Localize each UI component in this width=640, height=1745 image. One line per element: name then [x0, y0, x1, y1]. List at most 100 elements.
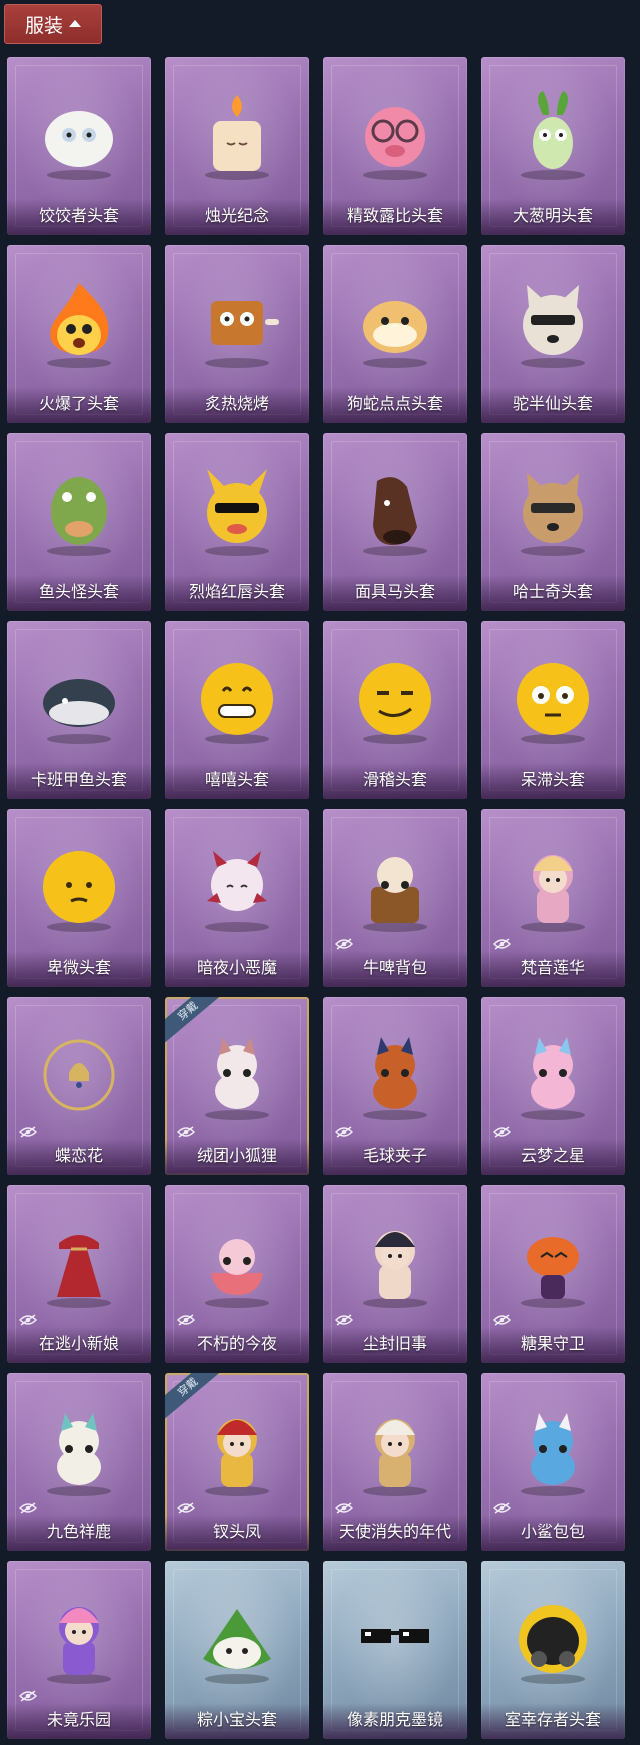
item-name: 狗蛇点点头套: [346, 394, 443, 413]
item-name: 烈焰红唇头套: [188, 582, 285, 601]
item-card[interactable]: 滑稽头套: [323, 621, 467, 799]
item-card[interactable]: 蝶恋花: [7, 997, 151, 1175]
item-name: 驼半仙头套: [512, 394, 593, 413]
item-shy-image: [29, 837, 129, 937]
item-dumpling-image: [29, 85, 129, 185]
item-card[interactable]: 小鲨包包: [481, 1373, 625, 1551]
item-catbowl-image: [187, 1213, 287, 1313]
hidden-eye-icon[interactable]: [18, 1687, 38, 1702]
hidden-eye-icon[interactable]: [492, 935, 512, 950]
item-card[interactable]: 九色祥鹿: [7, 1373, 151, 1551]
hidden-eye-icon[interactable]: [492, 1123, 512, 1138]
item-name: 绒团小狐狸: [196, 1146, 277, 1165]
item-fish-image: [29, 461, 129, 561]
item-card[interactable]: 室幸存者头套: [481, 1561, 625, 1739]
item-card[interactable]: 未竟乐园: [7, 1561, 151, 1739]
item-card[interactable]: 火爆了头套: [7, 245, 151, 423]
item-card[interactable]: 在逃小新娘: [7, 1185, 151, 1363]
item-name: 炙热烧烤: [204, 394, 269, 413]
item-fox-image: [187, 1025, 287, 1125]
item-name: 粽小宝头套: [196, 1710, 277, 1729]
hidden-eye-icon[interactable]: [334, 1499, 354, 1514]
item-name: 糖果守卫: [520, 1334, 585, 1353]
item-name: 呆滞头套: [520, 770, 585, 789]
item-card[interactable]: 哈士奇头套: [481, 433, 625, 611]
item-name: 滑稽头套: [362, 770, 427, 789]
item-name: 天使消失的年代: [338, 1522, 451, 1541]
item-grin-image: [187, 649, 287, 749]
item-dress-image: [29, 1213, 129, 1313]
item-card[interactable]: 驼半仙头套: [481, 245, 625, 423]
item-name: 嘻嘻头套: [204, 770, 269, 789]
item-grid: 饺饺者头套 烛光纪念 精致露比头套 大葱明头套火爆了头套 炙热烧烤 狗蛇点点头套 驼半仙头套…: [7, 57, 625, 1739]
item-card[interactable]: 嘻嘻头套: [165, 621, 309, 799]
item-card[interactable]: 穿戴 绒团小狐狸: [165, 997, 309, 1175]
item-deer-image: [29, 1401, 129, 1501]
item-card[interactable]: 饺饺者头套: [7, 57, 151, 235]
item-bbq-image: [187, 273, 287, 373]
item-card[interactable]: 暗夜小恶魔: [165, 809, 309, 987]
item-card[interactable]: 卑微头套: [7, 809, 151, 987]
item-card[interactable]: 狗蛇点点头套: [323, 245, 467, 423]
hidden-eye-icon[interactable]: [18, 1123, 38, 1138]
item-card[interactable]: 天使消失的年代: [323, 1373, 467, 1551]
item-card[interactable]: 穿戴 钗头凤: [165, 1373, 309, 1551]
item-name: 牛啤背包: [362, 958, 427, 977]
hidden-eye-icon[interactable]: [334, 1123, 354, 1138]
item-name: 不朽的今夜: [196, 1334, 277, 1353]
item-card[interactable]: 尘封旧事: [323, 1185, 467, 1363]
item-angel-image: [345, 1401, 445, 1501]
item-card[interactable]: 粽小宝头套: [165, 1561, 309, 1739]
hidden-eye-icon[interactable]: [334, 935, 354, 950]
item-card[interactable]: 像素朋克墨镜: [323, 1561, 467, 1739]
item-name: 梵音莲华: [520, 958, 585, 977]
item-card[interactable]: 云梦之星: [481, 997, 625, 1175]
hidden-eye-icon[interactable]: [176, 1499, 196, 1514]
item-unicorn-image: [503, 1025, 603, 1125]
item-name: 毛球夹子: [362, 1146, 427, 1165]
item-empress-image: [187, 1401, 287, 1501]
item-card[interactable]: 毛球夹子: [323, 997, 467, 1175]
item-name: 室幸存者头套: [504, 1710, 601, 1729]
item-whale-image: [29, 649, 129, 749]
item-boy-image: [345, 1213, 445, 1313]
hidden-eye-icon[interactable]: [492, 1311, 512, 1326]
hidden-eye-icon[interactable]: [334, 1311, 354, 1326]
item-card[interactable]: 炙热烧烤: [165, 245, 309, 423]
item-name: 卑微头套: [46, 958, 111, 977]
item-zongzi-image: [187, 1589, 287, 1689]
item-card[interactable]: 鱼头怪头套: [7, 433, 151, 611]
item-card[interactable]: 烛光纪念: [165, 57, 309, 235]
item-card[interactable]: 呆滞头套: [481, 621, 625, 799]
hidden-eye-icon[interactable]: [176, 1311, 196, 1326]
item-card[interactable]: 面具马头套: [323, 433, 467, 611]
item-card[interactable]: 牛啤背包: [323, 809, 467, 987]
item-card[interactable]: 糖果守卫: [481, 1185, 625, 1363]
hidden-eye-icon[interactable]: [18, 1311, 38, 1326]
item-card[interactable]: 不朽的今夜: [165, 1185, 309, 1363]
item-charm-image: [503, 837, 603, 937]
item-name: 哈士奇头套: [512, 582, 593, 601]
item-raccoon-image: [345, 1025, 445, 1125]
item-name: 面具马头套: [354, 582, 435, 601]
section-tab-outfit[interactable]: 服装: [4, 4, 102, 44]
item-name: 像素朋克墨镜: [346, 1710, 443, 1729]
hidden-eye-icon[interactable]: [18, 1499, 38, 1514]
item-girl-image: [29, 1589, 129, 1689]
item-card[interactable]: 梵音莲华: [481, 809, 625, 987]
section-tab-label: 服装: [24, 14, 63, 37]
item-card[interactable]: 精致露比头套: [323, 57, 467, 235]
item-candle-image: [187, 85, 287, 185]
item-card[interactable]: 卡班甲鱼头套: [7, 621, 151, 799]
item-fire-image: [29, 273, 129, 373]
item-pumpkin-image: [503, 1213, 603, 1313]
item-name: 大葱明头套: [512, 206, 593, 225]
item-name: 饺饺者头套: [38, 206, 119, 225]
item-name: 在逃小新娘: [38, 1334, 119, 1353]
item-card[interactable]: 大葱明头套: [481, 57, 625, 235]
hidden-eye-icon[interactable]: [176, 1123, 196, 1138]
item-snake-image: [345, 273, 445, 373]
hidden-eye-icon[interactable]: [492, 1499, 512, 1514]
item-dog-image: [503, 461, 603, 561]
item-card[interactable]: 烈焰红唇头套: [165, 433, 309, 611]
